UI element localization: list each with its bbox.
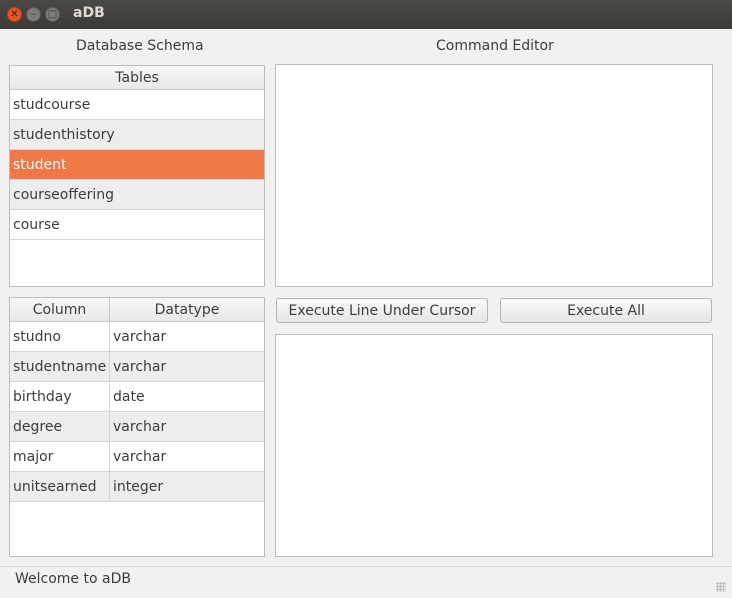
columns-table[interactable]: Column Datatype studno varchar studentname… — [9, 297, 265, 557]
column-name-cell: major — [10, 442, 110, 471]
tables-list[interactable]: Tables studcourse studenthistory student co… — [9, 65, 265, 287]
table-name: student — [13, 156, 67, 173]
output-area[interactable] — [275, 334, 713, 557]
close-icon[interactable]: ✕ — [7, 7, 22, 22]
column-name-cell: studno — [10, 322, 110, 351]
column-name-cell: studentname — [10, 352, 110, 381]
table-list-item[interactable]: courseoffering — [10, 180, 264, 210]
output-text — [276, 335, 712, 343]
command-editor[interactable] — [275, 64, 713, 287]
execute-line-button[interactable]: Execute Line Under Cursor — [276, 298, 488, 323]
table-list-item[interactable]: studenthistory — [10, 120, 264, 150]
table-row[interactable]: studentname varchar — [10, 352, 264, 382]
table-name: courseoffering — [13, 186, 115, 203]
window-title: aDB — [73, 5, 105, 21]
table-name: studcourse — [13, 96, 91, 113]
table-row[interactable]: birthday date — [10, 382, 264, 412]
status-message: Welcome to aDB — [15, 571, 131, 587]
command-editor-text[interactable] — [276, 65, 712, 73]
title-bar: ✕ – □ aDB — [0, 0, 732, 29]
database-schema-label: Database Schema — [76, 38, 204, 54]
execute-all-button[interactable]: Execute All — [500, 298, 712, 323]
column-name-cell: birthday — [10, 382, 110, 411]
datatype-cell: varchar — [113, 358, 167, 375]
table-name: studenthistory — [13, 126, 115, 143]
columns-body: studno varchar studentname varchar birthday d… — [10, 322, 264, 502]
table-row[interactable]: unitsearned integer — [10, 472, 264, 502]
table-row[interactable]: degree varchar — [10, 412, 264, 442]
table-row[interactable]: studno varchar — [10, 322, 264, 352]
datatype-cell: integer — [113, 478, 164, 495]
datatype-cell: varchar — [113, 448, 167, 465]
column-name-cell: unitsearned — [10, 472, 110, 501]
datatype-cell: varchar — [113, 328, 167, 345]
command-editor-label: Command Editor — [436, 38, 554, 54]
column-name-cell: degree — [10, 412, 110, 441]
datatype-cell: varchar — [113, 418, 167, 435]
table-row[interactable]: major varchar — [10, 442, 264, 472]
resize-grip-icon[interactable] — [716, 582, 726, 592]
status-bar: Welcome to aDB — [0, 566, 732, 598]
minimize-icon[interactable]: – — [26, 7, 41, 22]
datatype-cell: date — [113, 388, 145, 405]
tables-header[interactable]: Tables — [10, 66, 264, 90]
maximize-icon[interactable]: □ — [45, 7, 60, 22]
tables-body: studcourse studenthistory student courseoff… — [10, 90, 264, 240]
datatype-header[interactable]: Datatype — [110, 298, 264, 322]
table-list-item[interactable]: studcourse — [10, 90, 264, 120]
column-header[interactable]: Column — [10, 298, 110, 322]
table-name: course — [13, 216, 60, 233]
table-list-item[interactable]: student — [10, 150, 264, 180]
table-list-item[interactable]: course — [10, 210, 264, 240]
